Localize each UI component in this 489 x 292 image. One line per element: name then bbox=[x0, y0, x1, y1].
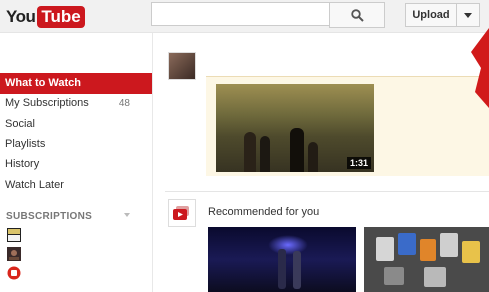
recommended-video-thumbnail[interactable] bbox=[208, 227, 356, 292]
recommended-heading: Recommended for you bbox=[208, 206, 320, 218]
pedal-shape bbox=[384, 267, 404, 285]
figure-shape bbox=[244, 132, 256, 172]
sidebar-item-history[interactable]: History bbox=[0, 154, 152, 175]
pedal-shape bbox=[440, 233, 458, 257]
subscriptions-caret-icon[interactable] bbox=[124, 213, 130, 217]
channel-thumb-pc[interactable] bbox=[7, 266, 21, 280]
recommended-video-thumbnail[interactable] bbox=[364, 227, 489, 292]
recommended-icon bbox=[168, 199, 196, 227]
caret-down-icon bbox=[464, 12, 472, 18]
sidebar-item-social[interactable]: Social bbox=[0, 114, 152, 135]
video-duration-badge: 1:31 bbox=[346, 157, 371, 169]
uploader-avatar[interactable] bbox=[168, 52, 196, 80]
upload-button[interactable]: Upload bbox=[405, 3, 457, 27]
feed-divider bbox=[165, 191, 489, 192]
sidebar-item-my-subscriptions[interactable]: My Subscriptions 48 bbox=[0, 93, 152, 114]
logo-you-text: You bbox=[6, 7, 36, 26]
search-icon bbox=[350, 8, 364, 22]
masthead: You Tube Upload bbox=[0, 0, 489, 33]
search-input[interactable] bbox=[151, 2, 335, 26]
sidebar-item-label: Watch Later bbox=[5, 179, 64, 191]
guide-sidebar: What to Watch My Subscriptions 48 Social… bbox=[0, 33, 153, 292]
figure-shape bbox=[290, 128, 304, 172]
subscriptions-heading: SUBSCRIPTIONS bbox=[6, 211, 93, 222]
sidebar-item-label: Playlists bbox=[5, 138, 46, 150]
pedal-shape bbox=[398, 233, 416, 255]
figure-shape bbox=[308, 142, 318, 172]
upload-menu-button[interactable] bbox=[456, 3, 480, 27]
logo-tube-text: Tube bbox=[37, 6, 85, 28]
pedal-shape bbox=[376, 237, 394, 261]
youtube-logo[interactable]: You Tube bbox=[6, 6, 85, 28]
sidebar-item-label: What to Watch bbox=[5, 77, 81, 89]
sidebar-item-label: Social bbox=[5, 118, 35, 130]
sidebar-item-label: My Subscriptions bbox=[5, 97, 89, 109]
sidebar-item-watch-later[interactable]: Watch Later bbox=[0, 175, 152, 196]
search-button[interactable] bbox=[329, 2, 385, 28]
annotation-arrow bbox=[471, 28, 489, 108]
stage-light bbox=[268, 235, 308, 255]
sidebar-item-what-to-watch[interactable]: What to Watch bbox=[0, 73, 152, 94]
video-thumbnail[interactable]: 1:31 bbox=[216, 84, 374, 172]
subscription-count: 48 bbox=[118, 98, 130, 109]
pedal-shape bbox=[462, 241, 480, 263]
pedal-shape bbox=[424, 267, 446, 287]
sidebar-item-playlists[interactable]: Playlists bbox=[0, 134, 152, 155]
channel-thumb-jamie-oliver[interactable] bbox=[7, 228, 21, 242]
channel-thumb[interactable] bbox=[7, 247, 21, 261]
sidebar-item-label: History bbox=[5, 158, 40, 170]
figure-shape bbox=[260, 136, 270, 172]
performer-shape bbox=[293, 251, 301, 289]
pedal-shape bbox=[420, 239, 436, 261]
performer-shape bbox=[278, 249, 286, 289]
